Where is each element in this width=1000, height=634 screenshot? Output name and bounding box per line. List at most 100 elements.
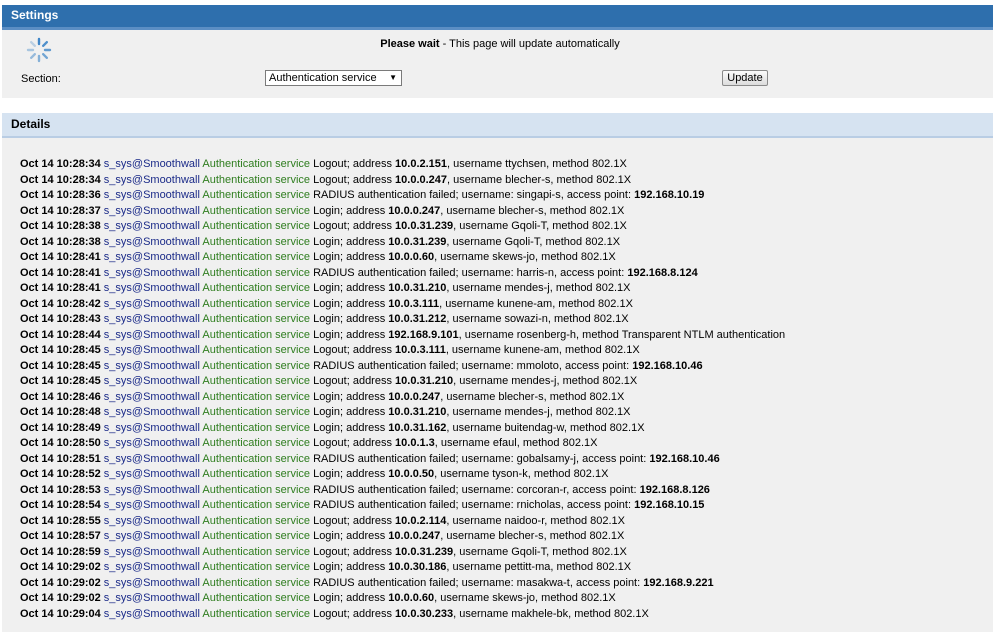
- log-message: Login; address: [310, 282, 389, 294]
- log-ip-address: 192.168.9.101: [388, 328, 459, 341]
- log-ip-address: 10.0.31.210: [388, 282, 447, 294]
- log-service: Authentication service: [202, 266, 311, 279]
- log-user-host: s_sys@Smoothwall: [103, 173, 200, 186]
- log-message-tail: , username kunene-am, method 802.1X: [439, 297, 633, 310]
- log-message: Login; address: [310, 204, 389, 217]
- log-user-host: s_sys@Smoothwall: [103, 344, 200, 356]
- log-message: Login; address: [310, 297, 389, 310]
- settings-panel: Settings: [2, 5, 993, 98]
- log-ip-address: 10.0.31.239: [388, 235, 447, 248]
- log-ip-address: 10.0.30.186: [388, 561, 447, 573]
- log-service: Authentication service: [202, 421, 311, 434]
- log-message: Login; address: [310, 561, 389, 573]
- log-ip-address: 10.0.3.111: [388, 297, 440, 310]
- log-message: Logout; address: [310, 375, 396, 387]
- log-user-host: s_sys@Smoothwall: [103, 499, 200, 511]
- log-user-host: s_sys@Smoothwall: [103, 421, 200, 434]
- auto-update-message: Please wait - This page will update auto…: [0, 38, 1000, 50]
- log-message: Logout; address: [310, 545, 396, 558]
- log-user-host: s_sys@Smoothwall: [103, 406, 200, 418]
- log-entry: Oct 14 10:28:42 s_sys@Smoothwall Authent…: [20, 297, 785, 313]
- log-user-host: s_sys@Smoothwall: [103, 313, 200, 325]
- log-user-host: s_sys@Smoothwall: [103, 514, 200, 527]
- log-message-tail: , username blecher-s, method 802.1X: [447, 173, 632, 186]
- log-service: Authentication service: [202, 189, 311, 201]
- log-entry: Oct 14 10:28:55 s_sys@Smoothwall Authent…: [20, 514, 785, 530]
- log-timestamp: Oct 14 10:28:48: [20, 406, 101, 418]
- log-service: Authentication service: [202, 452, 311, 465]
- log-timestamp: Oct 14 10:28:42: [20, 297, 101, 310]
- log-entry: Oct 14 10:28:52 s_sys@Smoothwall Authent…: [20, 467, 785, 483]
- log-ip-address: 10.0.0.247: [388, 204, 441, 217]
- log-message: Logout; address: [310, 158, 396, 170]
- log-user-host: s_sys@Smoothwall: [103, 452, 200, 465]
- log-user-host: s_sys@Smoothwall: [103, 592, 200, 604]
- log-service: Authentication service: [202, 158, 311, 170]
- log-message-tail: , username mendes-j, method 802.1X: [446, 406, 631, 418]
- log-service: Authentication service: [202, 468, 311, 480]
- log-ip-address: 192.168.9.221: [643, 576, 714, 589]
- log-timestamp: Oct 14 10:28:41: [20, 251, 101, 263]
- log-service: Authentication service: [202, 607, 311, 620]
- log-timestamp: Oct 14 10:28:53: [20, 483, 101, 496]
- log-user-host: s_sys@Smoothwall: [103, 545, 200, 558]
- log-ip-address: 10.0.31.239: [395, 220, 454, 232]
- log-entry: Oct 14 10:28:34 s_sys@Smoothwall Authent…: [20, 157, 785, 173]
- section-select[interactable]: Authentication service ▼: [265, 70, 402, 86]
- log-message-tail: , username blecher-s, method 802.1X: [440, 390, 625, 403]
- log-timestamp: Oct 14 10:29:02: [20, 561, 101, 573]
- log-message: RADIUS authentication failed; username: …: [310, 452, 650, 465]
- log-entry: Oct 14 10:28:51 s_sys@Smoothwall Authent…: [20, 452, 785, 468]
- log-entry: Oct 14 10:28:38 s_sys@Smoothwall Authent…: [20, 219, 785, 235]
- log-message: Logout; address: [310, 514, 396, 527]
- log-ip-address: 192.168.10.46: [649, 452, 720, 465]
- log-message: RADIUS authentication failed; username: …: [310, 266, 628, 279]
- log-entry: Oct 14 10:28:49 s_sys@Smoothwall Authent…: [20, 421, 785, 437]
- log-timestamp: Oct 14 10:28:49: [20, 421, 101, 434]
- log-timestamp: Oct 14 10:29:02: [20, 592, 101, 604]
- log-message: Logout; address: [310, 220, 396, 232]
- log-message-tail: , username blecher-s, method 802.1X: [440, 204, 625, 217]
- log-service: Authentication service: [202, 545, 311, 558]
- log-ip-address: 10.0.2.114: [395, 514, 447, 527]
- log-timestamp: Oct 14 10:28:34: [20, 158, 101, 170]
- log-message: Login; address: [310, 251, 389, 263]
- log-ip-address: 10.0.31.162: [388, 421, 447, 434]
- log-message-tail: , username pettitt-ma, method 802.1X: [446, 561, 632, 573]
- log-message: Login; address: [310, 313, 389, 325]
- log-entry: Oct 14 10:29:04 s_sys@Smoothwall Authent…: [20, 607, 785, 623]
- log-ip-address: 10.0.0.50: [388, 468, 435, 480]
- log-message: RADIUS authentication failed; username: …: [310, 359, 633, 372]
- log-entry: Oct 14 10:28:37 s_sys@Smoothwall Authent…: [20, 204, 785, 220]
- log-message: Login; address: [310, 406, 389, 418]
- log-timestamp: Oct 14 10:28:38: [20, 220, 101, 232]
- log-message-tail: , username skews-jo, method 802.1X: [434, 592, 616, 604]
- log-service: Authentication service: [202, 173, 311, 186]
- dropdown-arrow-icon: ▼: [389, 73, 397, 82]
- log-timestamp: Oct 14 10:29:02: [20, 576, 101, 589]
- log-timestamp: Oct 14 10:29:04: [20, 607, 101, 620]
- log-ip-address: 10.0.0.60: [388, 592, 435, 604]
- log-ip-address: 10.0.31.212: [388, 313, 447, 325]
- log-entry: Oct 14 10:28:41 s_sys@Smoothwall Authent…: [20, 250, 785, 266]
- log-message: RADIUS authentication failed; username: …: [310, 576, 644, 589]
- log-message-tail: , username makhele-bk, method 802.1X: [453, 607, 649, 620]
- log-ip-address: 192.168.10.46: [632, 359, 703, 372]
- wait-title: Please wait: [380, 38, 440, 50]
- log-service: Authentication service: [202, 313, 311, 325]
- log-timestamp: Oct 14 10:28:41: [20, 266, 101, 279]
- log-timestamp: Oct 14 10:28:54: [20, 499, 101, 511]
- log-user-host: s_sys@Smoothwall: [103, 561, 200, 573]
- log-entry: Oct 14 10:28:46 s_sys@Smoothwall Authent…: [20, 390, 785, 406]
- log-entry: Oct 14 10:29:02 s_sys@Smoothwall Authent…: [20, 576, 785, 592]
- log-message-tail: , username Gqoli-T, method 802.1X: [446, 235, 621, 248]
- log-service: Authentication service: [202, 375, 311, 387]
- log-entry: Oct 14 10:28:36 s_sys@Smoothwall Authent…: [20, 188, 785, 204]
- log-service: Authentication service: [202, 592, 311, 604]
- update-button[interactable]: Update: [722, 70, 768, 86]
- log-message: Login; address: [310, 530, 389, 542]
- log-user-host: s_sys@Smoothwall: [103, 189, 200, 201]
- log-entry: Oct 14 10:28:45 s_sys@Smoothwall Authent…: [20, 343, 785, 359]
- log-user-host: s_sys@Smoothwall: [103, 576, 200, 589]
- log-message-tail: , username buitendag-w, method 802.1X: [446, 421, 645, 434]
